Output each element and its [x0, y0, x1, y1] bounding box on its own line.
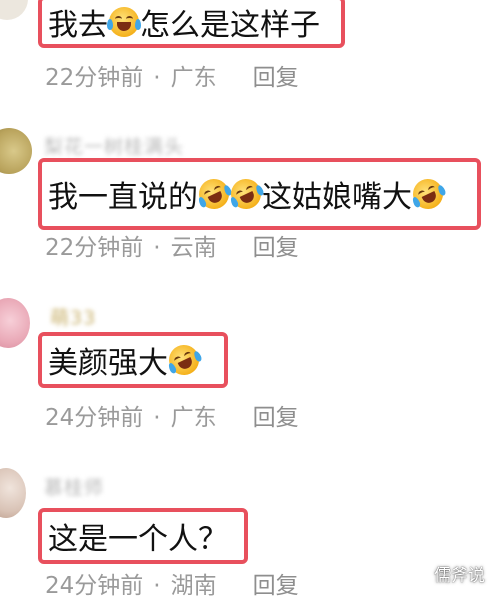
comment-location: 湖南 [170, 573, 217, 599]
separator: · [153, 573, 161, 599]
comment-bubble: 美颜强大 [38, 332, 228, 388]
comment-meta: 22分钟前 · 云南 回复 [45, 228, 299, 262]
comment-meta: 22分钟前 · 广东 回复 [45, 58, 299, 92]
comment-location: 广东 [170, 405, 217, 431]
rofl-emoji-icon [164, 340, 204, 380]
comment-text: 我一直说的 [48, 180, 198, 215]
comment-time: 22分钟前 [45, 235, 144, 261]
separator: · [153, 65, 161, 91]
separator: · [153, 235, 161, 261]
watermark: 儒斧说 [434, 566, 485, 586]
comment-text: 美颜强大 [48, 346, 168, 381]
avatar[interactable] [0, 128, 32, 174]
laughing-crying-emoji-icon [107, 7, 141, 37]
comment-text: 我去 [48, 8, 108, 43]
comment-text: 这是一个人？ [48, 522, 228, 557]
avatar[interactable] [0, 468, 26, 518]
rofl-emoji-icon [408, 174, 448, 214]
comment-time: 24分钟前 [45, 573, 144, 599]
comment-location: 广东 [170, 65, 217, 91]
rofl-emoji-icon [194, 174, 234, 214]
avatar[interactable] [0, 0, 28, 20]
username[interactable]: 梨花一树桂满头 [44, 132, 184, 159]
reply-button[interactable]: 回复 [253, 405, 299, 431]
comment-bubble: 我一直说的 这姑娘嘴大 [38, 158, 481, 230]
comment-text: 怎么是这样子 [140, 8, 320, 43]
separator: · [153, 405, 161, 431]
avatar[interactable] [0, 298, 30, 348]
comment-text: 这姑娘嘴大 [262, 180, 412, 215]
comment-meta: 24分钟前 · 湖南 回复 [45, 566, 299, 600]
username[interactable]: 萌33 [50, 303, 96, 330]
reply-button[interactable]: 回复 [253, 65, 299, 91]
comment-bubble: 这是一个人？ [38, 508, 248, 564]
reply-button[interactable]: 回复 [253, 235, 299, 261]
comment-time: 24分钟前 [45, 405, 144, 431]
username[interactable]: 慕桂师 [44, 473, 104, 500]
comment-bubble: 我去 怎么是这样子 [38, 0, 345, 48]
comment-time: 22分钟前 [45, 65, 144, 91]
comment-meta: 24分钟前 · 广东 回复 [45, 398, 299, 432]
reply-button[interactable]: 回复 [253, 573, 299, 599]
rofl-emoji-icon [226, 174, 266, 214]
comment-location: 云南 [170, 235, 217, 261]
